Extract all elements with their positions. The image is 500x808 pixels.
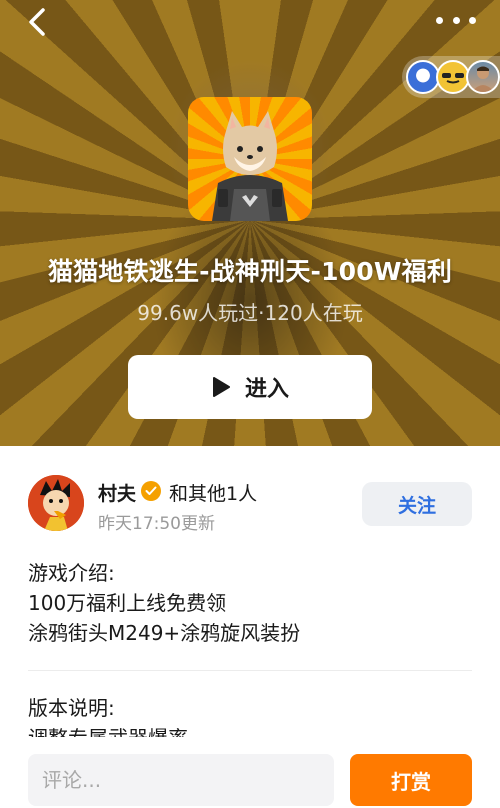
player-avatar-3 bbox=[466, 60, 500, 94]
chevron-left-icon bbox=[29, 8, 45, 36]
version-notes: 版本说明: 调整专属武器爆率 bbox=[28, 693, 472, 737]
follow-button[interactable]: 关注 bbox=[362, 482, 472, 526]
intro-line: 100万福利上线免费领 bbox=[28, 591, 227, 615]
recent-players-avatars[interactable] bbox=[402, 56, 500, 98]
more-options-button[interactable] bbox=[436, 8, 476, 32]
update-time: 昨天17:50更新 bbox=[98, 514, 215, 534]
author-row: 村夫 和其他1人 昨天17:50更新 关注 bbox=[28, 474, 474, 534]
intro-heading: 游戏介绍: bbox=[28, 561, 115, 585]
co-authors-label[interactable]: 和其他1人 bbox=[169, 479, 257, 506]
author-avatar[interactable] bbox=[28, 475, 84, 531]
enter-game-button[interactable]: 进入 bbox=[128, 355, 372, 419]
comment-input[interactable] bbox=[28, 754, 334, 806]
version-heading: 版本说明: bbox=[28, 696, 115, 720]
section-divider bbox=[28, 670, 472, 671]
reward-button[interactable]: 打赏 bbox=[350, 754, 472, 806]
author-name[interactable]: 村夫 bbox=[98, 479, 136, 506]
player-avatar-1 bbox=[406, 60, 440, 94]
game-title: 猫猫地铁逃生-战神刑天-100W福利 bbox=[47, 257, 453, 286]
enter-game-label: 进入 bbox=[244, 377, 289, 402]
play-icon bbox=[212, 377, 230, 397]
game-icon[interactable] bbox=[188, 97, 312, 221]
intro-line: 涂鸦街头M249+涂鸦旋风装扮 bbox=[28, 621, 301, 645]
version-line: 调整专属武器爆率 bbox=[28, 723, 472, 737]
cat-soldier-icon bbox=[212, 111, 288, 221]
more-dots-icon bbox=[436, 16, 443, 24]
game-hero-banner: 猫猫地铁逃生-战神刑天-100W福利 99.6w人玩过·120人在玩 进入 bbox=[0, 0, 500, 446]
bottom-action-bar: 打赏 bbox=[0, 738, 500, 808]
back-button[interactable] bbox=[22, 6, 52, 38]
verified-badge-icon bbox=[141, 481, 161, 501]
player-avatar-2 bbox=[436, 60, 470, 94]
game-play-stats: 99.6w人玩过·120人在玩 bbox=[137, 301, 363, 325]
game-intro: 游戏介绍: 100万福利上线免费领 涂鸦街头M249+涂鸦旋风装扮 bbox=[28, 558, 472, 648]
